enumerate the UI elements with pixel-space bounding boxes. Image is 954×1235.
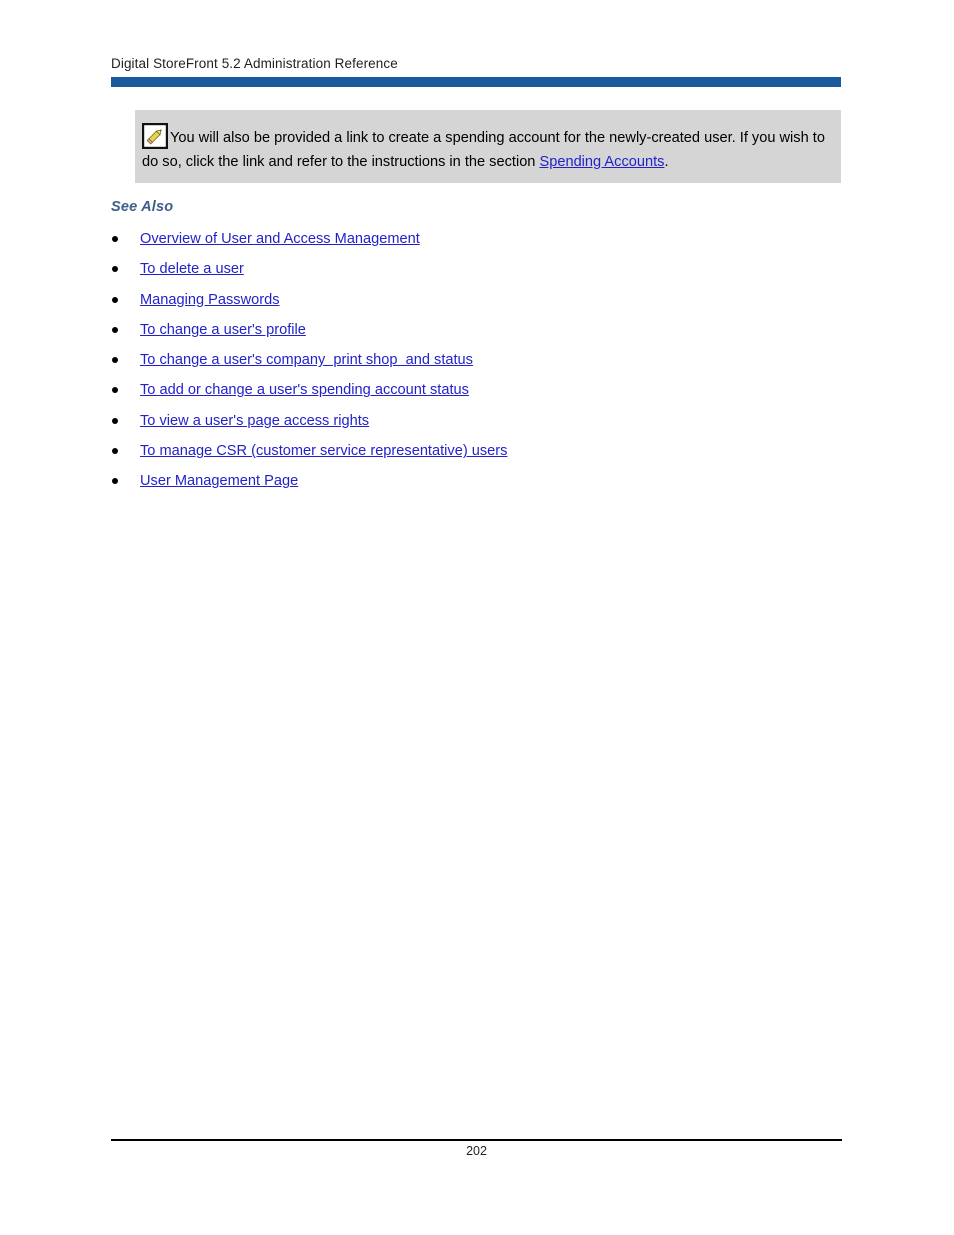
note-text-after-link: . <box>664 154 669 170</box>
see-also-link[interactable]: User Management Page <box>140 473 298 489</box>
bullet-icon <box>112 236 118 242</box>
header-rule <box>111 77 841 87</box>
list-item[interactable]: To manage CSR (customer service represen… <box>111 441 841 471</box>
list-item[interactable]: To change a user's profile <box>111 320 841 350</box>
list-item[interactable]: To delete a user <box>111 259 841 289</box>
see-also-heading: See Also <box>111 199 174 215</box>
list-item[interactable]: To view a user's page access rights <box>111 411 841 441</box>
note-text-before-link: You will also be provided a link to crea… <box>142 130 825 170</box>
page-number: 202 <box>466 1144 487 1158</box>
bullet-icon <box>112 448 118 455</box>
running-header: Digital StoreFront 5.2 Administration Re… <box>111 56 398 71</box>
bullet-icon <box>112 326 118 333</box>
bullet-icon <box>112 266 118 273</box>
bullet-icon <box>112 387 118 394</box>
document-page: Digital StoreFront 5.2 Administration Re… <box>0 0 954 1235</box>
footer-rule <box>111 1139 842 1141</box>
see-also-link[interactable]: To manage CSR (customer service represen… <box>140 443 507 459</box>
see-also-link[interactable]: To change a user's company print shop an… <box>140 352 473 368</box>
bullet-icon <box>112 417 118 424</box>
see-also-link[interactable]: Overview of User and Access Management <box>140 231 420 247</box>
list-item[interactable]: Overview of User and Access Management <box>111 229 841 259</box>
pencil-note-icon <box>142 123 168 149</box>
bullet-icon <box>112 296 118 303</box>
see-also-link[interactable]: To delete a user <box>140 261 244 277</box>
see-also-link[interactable]: To add or change a user's spending accou… <box>140 382 469 398</box>
list-item[interactable]: User Management Page <box>111 471 841 501</box>
see-also-link[interactable]: To change a user's profile <box>140 322 306 338</box>
list-item[interactable]: To change a user's company print shop an… <box>111 350 841 380</box>
see-also-link-list: Overview of User and Access Management T… <box>111 229 841 502</box>
see-also-link[interactable]: Managing Passwords <box>140 292 280 308</box>
spending-accounts-link[interactable]: Spending Accounts <box>539 154 664 170</box>
note-callout-box: You will also be provided a link to crea… <box>135 110 841 183</box>
bullet-icon <box>112 478 118 485</box>
list-item[interactable]: To add or change a user's spending accou… <box>111 380 841 410</box>
see-also-link[interactable]: To view a user's page access rights <box>140 413 369 429</box>
note-text: You will also be provided a link to crea… <box>142 122 833 174</box>
list-item[interactable]: Managing Passwords <box>111 290 841 320</box>
bullet-icon <box>112 357 118 364</box>
